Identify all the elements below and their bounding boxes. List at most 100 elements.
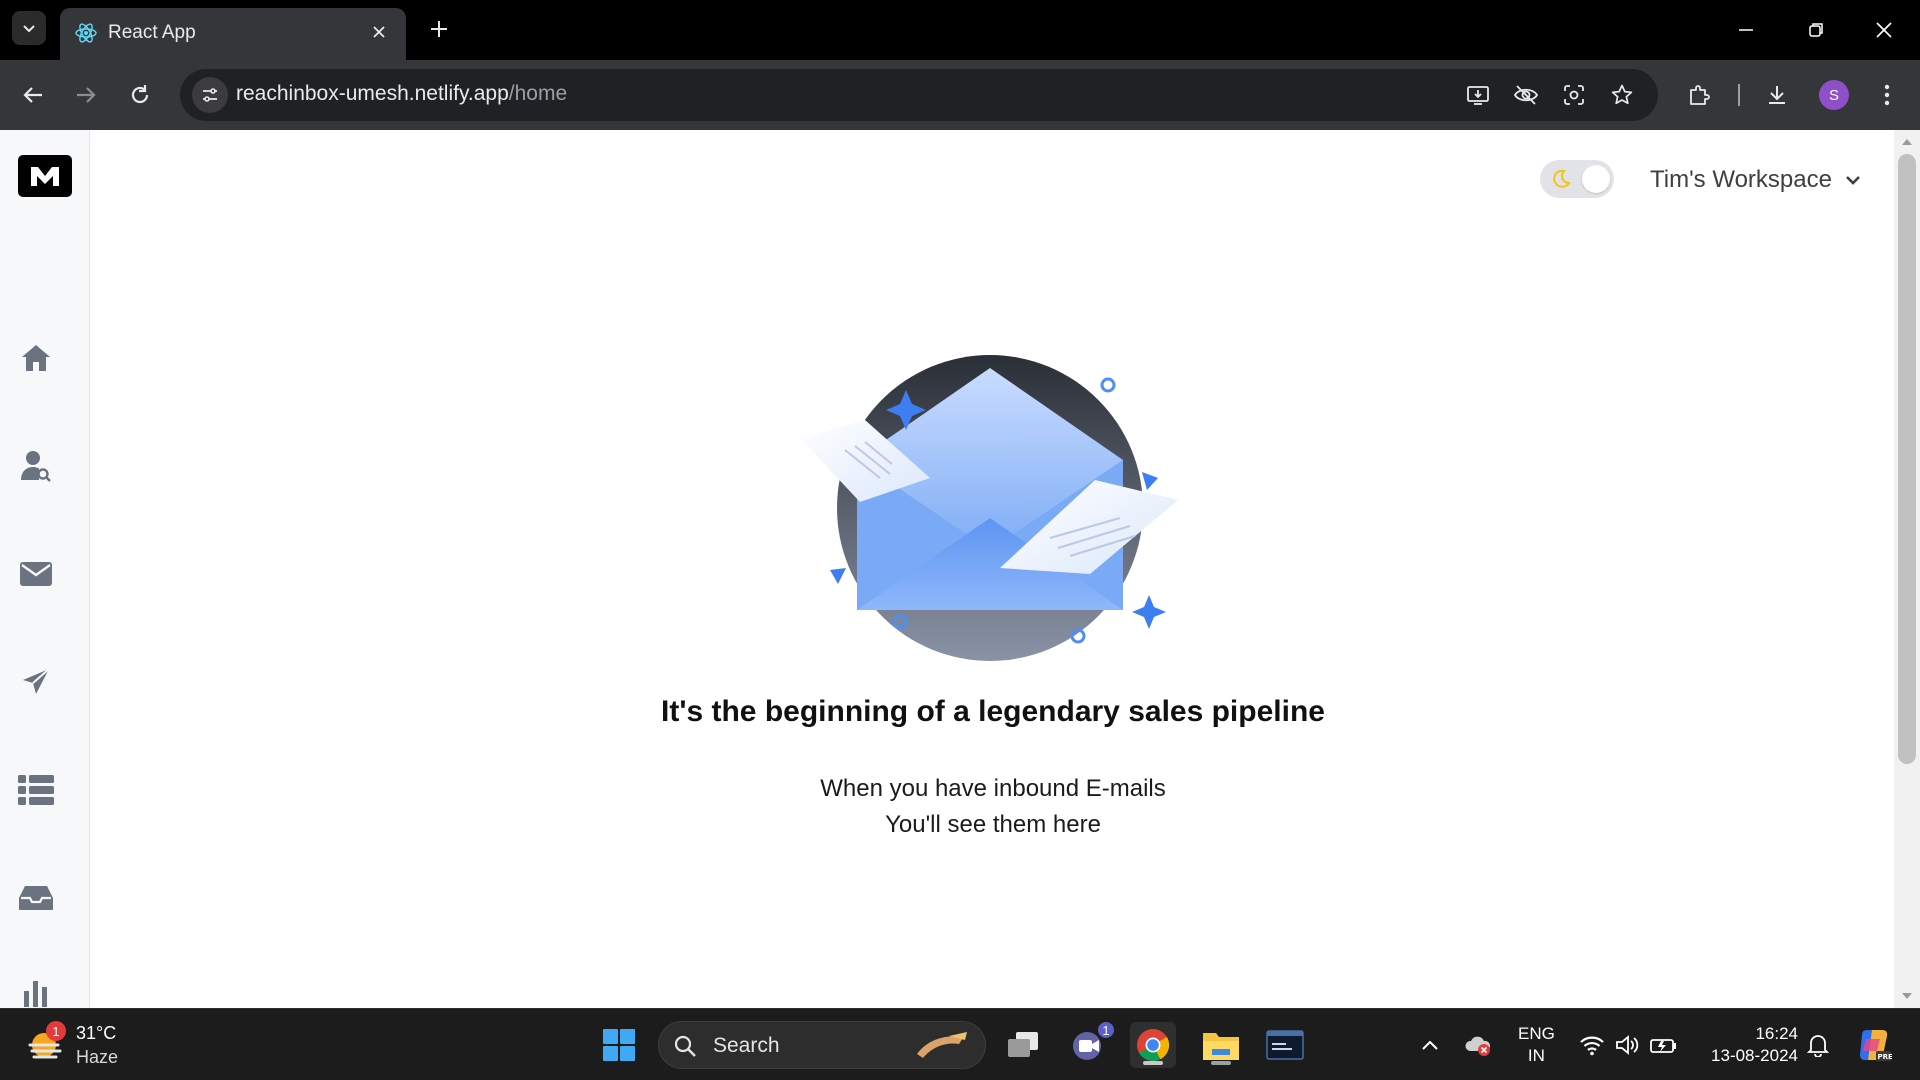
chart-icon bbox=[24, 981, 47, 1007]
tab-close-button[interactable] bbox=[366, 19, 392, 45]
install-app-button[interactable] bbox=[1464, 81, 1492, 109]
volume-tray-button[interactable] bbox=[1614, 1031, 1642, 1059]
sidebar-item-list[interactable] bbox=[16, 770, 56, 810]
volume-icon bbox=[1616, 1035, 1639, 1055]
site-info-button[interactable] bbox=[192, 77, 228, 113]
close-icon bbox=[373, 26, 385, 38]
show-hidden-icons-button[interactable] bbox=[1416, 1031, 1444, 1059]
clock-date: 13-08-2024 bbox=[1711, 1046, 1798, 1065]
sidebar-item-analytics[interactable] bbox=[16, 976, 56, 1008]
chrome-app[interactable] bbox=[1130, 1022, 1176, 1068]
search-placeholder: Search bbox=[713, 1034, 780, 1057]
lens-icon bbox=[1564, 85, 1584, 105]
arrow-left-icon bbox=[23, 87, 42, 103]
lens-button[interactable] bbox=[1560, 81, 1588, 109]
downloads-button[interactable] bbox=[1760, 78, 1794, 112]
profile-avatar[interactable]: S bbox=[1819, 80, 1849, 110]
address-bar[interactable]: reachinbox-umesh.netlify.app/home bbox=[180, 69, 1658, 121]
scroll-down-icon[interactable] bbox=[1901, 990, 1913, 1002]
chevron-up-icon bbox=[1422, 1040, 1438, 1050]
workspace-selector[interactable]: Tim's Workspace bbox=[1650, 166, 1860, 194]
send-icon bbox=[23, 668, 50, 694]
home-icon bbox=[22, 345, 50, 371]
taskbar-search[interactable]: Search bbox=[658, 1021, 986, 1069]
mysql-terminal-icon bbox=[1266, 1030, 1304, 1060]
weather-condition[interactable]: Haze bbox=[76, 1047, 118, 1068]
url-path: /home bbox=[508, 82, 568, 105]
scrollbar-thumb[interactable] bbox=[1898, 154, 1916, 764]
battery-tray-button[interactable] bbox=[1650, 1031, 1678, 1059]
empty-state-line-1: When you have inbound E-mails bbox=[820, 775, 1166, 802]
forward-button[interactable] bbox=[68, 77, 104, 113]
sidebar-item-inbox[interactable] bbox=[16, 878, 56, 918]
react-logo-icon bbox=[75, 23, 97, 43]
browser-tab[interactable]: React App bbox=[60, 8, 406, 60]
chevron-down-icon bbox=[1846, 176, 1860, 185]
user-search-icon bbox=[21, 451, 51, 482]
bookmark-button[interactable] bbox=[1608, 81, 1636, 109]
tracking-protection-button[interactable] bbox=[1512, 81, 1540, 109]
tab-search-button[interactable] bbox=[12, 11, 46, 45]
url-host: reachinbox-umesh.netlify.app bbox=[236, 82, 509, 105]
language-line-2: IN bbox=[1527, 1046, 1545, 1065]
folder-icon bbox=[1203, 1033, 1239, 1060]
page-scrollbar[interactable] bbox=[1894, 130, 1920, 1008]
start-button[interactable] bbox=[596, 1022, 642, 1068]
close-window-button[interactable] bbox=[1868, 14, 1900, 46]
mysql-app[interactable] bbox=[1262, 1022, 1308, 1068]
url-text: reachinbox-umesh.netlify.app/home bbox=[236, 82, 567, 106]
sidebar-item-home[interactable] bbox=[16, 338, 56, 378]
scroll-up-icon[interactable] bbox=[1901, 136, 1913, 148]
windows-taskbar: 1 31°C Haze Search 1 ENG IN 16:24 13-08-… bbox=[0, 1008, 1920, 1080]
reload-icon bbox=[131, 85, 149, 104]
back-button[interactable] bbox=[15, 77, 51, 113]
new-tab-button[interactable] bbox=[424, 14, 454, 44]
minimize-icon bbox=[1739, 29, 1753, 31]
copilot-button[interactable]: PRE bbox=[1856, 1027, 1892, 1063]
explorer-indicator bbox=[1211, 1061, 1231, 1065]
svg-text:PRE: PRE bbox=[1878, 1053, 1893, 1061]
wifi-tray-button[interactable] bbox=[1578, 1031, 1606, 1059]
search-highlight-icon bbox=[917, 1032, 967, 1058]
list-icon bbox=[18, 775, 54, 805]
browser-toolbar: reachinbox-umesh.netlify.app/home bbox=[0, 60, 1920, 130]
windows-logo-icon bbox=[603, 1029, 635, 1061]
notifications-button[interactable] bbox=[1804, 1031, 1832, 1059]
m-logo-icon bbox=[31, 167, 59, 186]
restore-button[interactable] bbox=[1800, 14, 1832, 46]
empty-state-line-2: You'll see them here bbox=[885, 811, 1101, 838]
app-page: Tim's Workspace It's the beginning of a … bbox=[0, 130, 1920, 1008]
chrome-menu-button[interactable] bbox=[1870, 78, 1904, 112]
sidebar bbox=[0, 130, 90, 1008]
wifi-icon bbox=[1580, 1036, 1604, 1056]
file-explorer-app[interactable] bbox=[1198, 1022, 1244, 1068]
minimize-button[interactable] bbox=[1730, 14, 1762, 46]
puzzle-icon bbox=[1690, 85, 1710, 105]
reload-button[interactable] bbox=[122, 77, 158, 113]
theme-toggle[interactable] bbox=[1540, 160, 1614, 198]
language-line-1: ENG bbox=[1518, 1024, 1555, 1043]
sidebar-item-send[interactable] bbox=[16, 662, 56, 702]
clock[interactable]: 16:24 13-08-2024 bbox=[1698, 1023, 1798, 1067]
cloud-error-icon bbox=[1465, 1036, 1491, 1056]
empty-state-title: It's the beginning of a legendary sales … bbox=[661, 695, 1325, 728]
toolbar-divider bbox=[1738, 84, 1740, 106]
more-vertical-icon bbox=[1884, 84, 1890, 106]
extensions-button[interactable] bbox=[1682, 78, 1716, 112]
bell-icon bbox=[1807, 1035, 1829, 1057]
search-icon bbox=[674, 1035, 696, 1057]
inbox-icon bbox=[19, 886, 53, 910]
teams-app[interactable]: 1 bbox=[1066, 1020, 1116, 1068]
browser-tab-strip: React App bbox=[0, 0, 1920, 60]
task-view-button[interactable] bbox=[1000, 1022, 1046, 1068]
chrome-active-indicator bbox=[1143, 1061, 1163, 1065]
star-icon bbox=[1611, 84, 1633, 105]
app-logo[interactable] bbox=[18, 155, 72, 197]
onedrive-tray-button[interactable] bbox=[1464, 1031, 1492, 1059]
sidebar-item-leads[interactable] bbox=[16, 446, 56, 486]
weather-temperature[interactable]: 31°C bbox=[76, 1023, 116, 1044]
mail-icon bbox=[20, 562, 52, 586]
sidebar-item-mail[interactable] bbox=[16, 554, 56, 594]
language-indicator[interactable]: ENG IN bbox=[1518, 1023, 1555, 1067]
weather-badge: 1 bbox=[46, 1021, 66, 1041]
